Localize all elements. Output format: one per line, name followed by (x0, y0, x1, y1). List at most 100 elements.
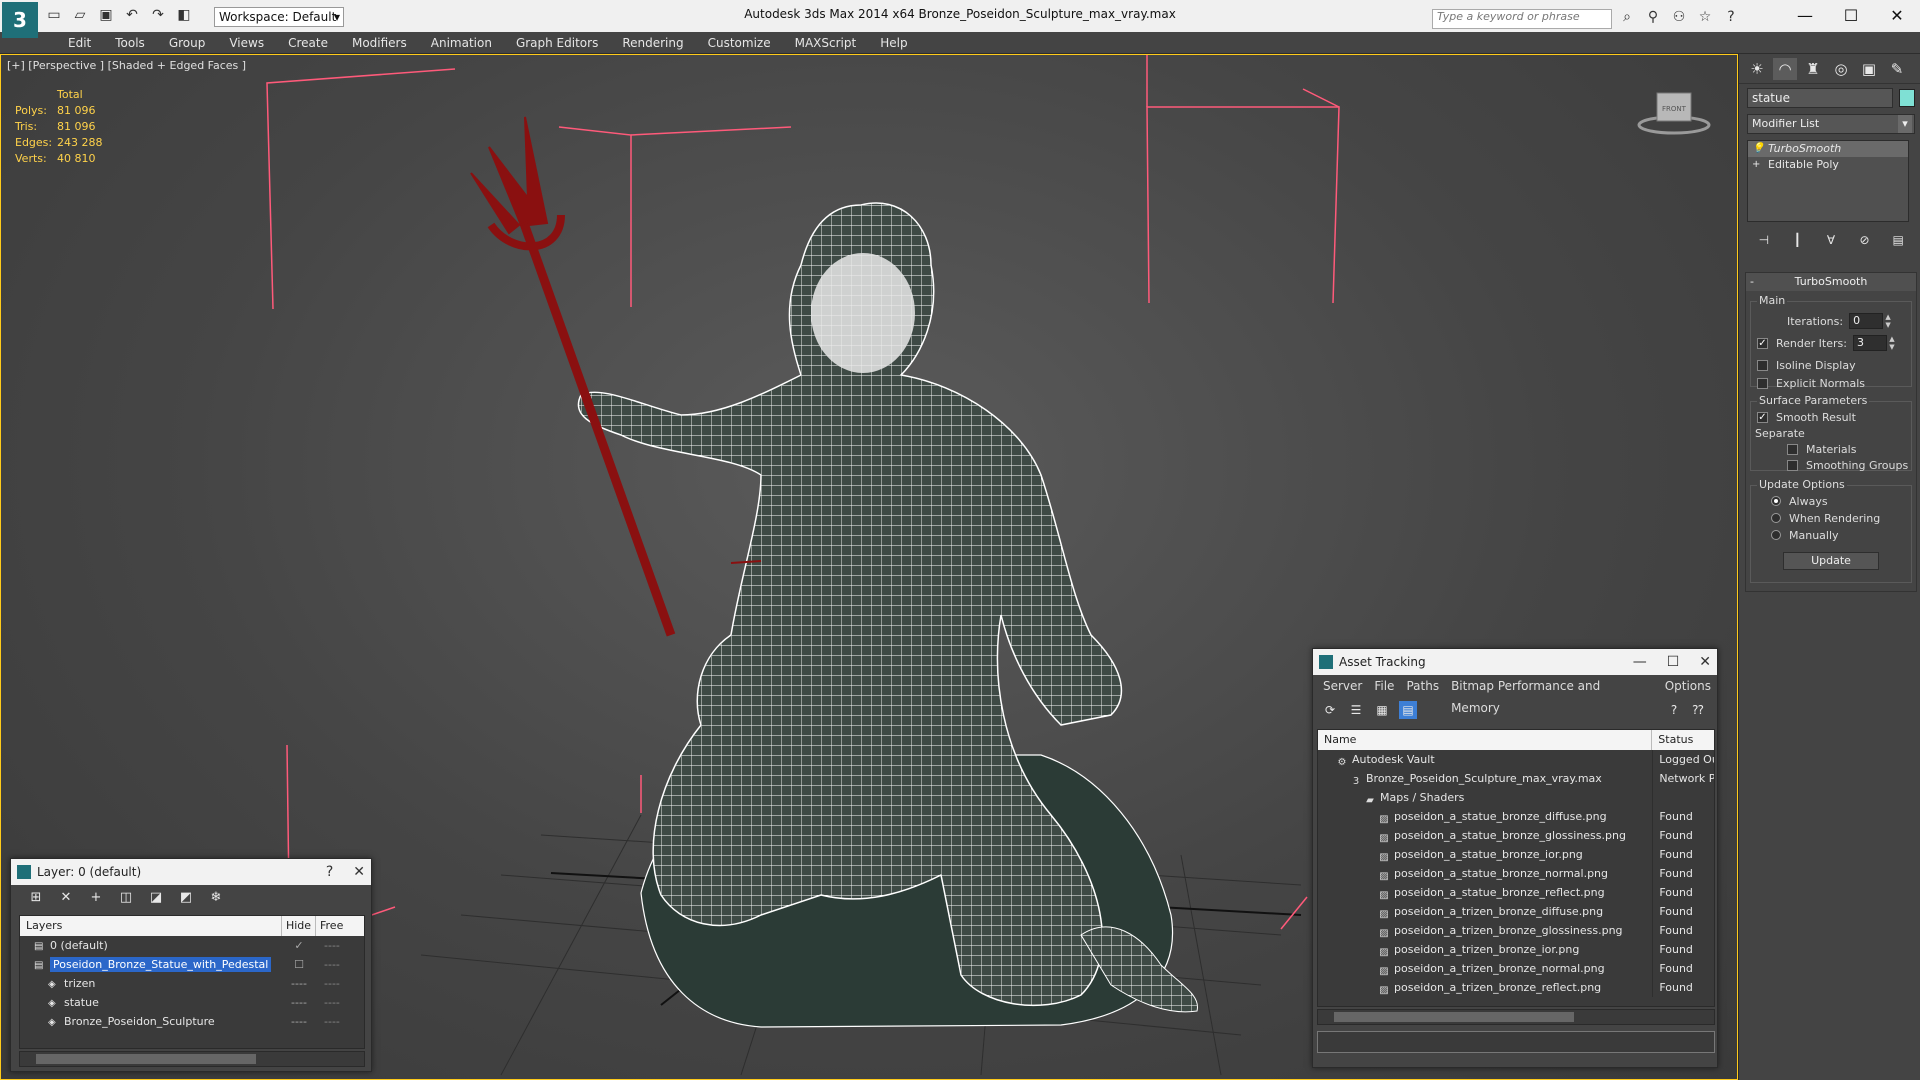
menu-help[interactable]: Help (868, 32, 919, 54)
manually-radio[interactable] (1771, 530, 1781, 540)
menu-views[interactable]: Views (217, 32, 276, 54)
asset-row[interactable]: ▨ poseidon_a_trizen_bronze_normal.png Foun… (1318, 959, 1714, 978)
stack-item-turbosmooth[interactable]: 💡 TurboSmooth (1748, 141, 1908, 157)
help-query-icon[interactable]: ⁇ (1689, 701, 1707, 719)
minimize-button[interactable]: — (1782, 0, 1828, 32)
modify-tab-icon[interactable]: ◠ (1773, 58, 1797, 80)
layer-row[interactable]: ▤ Poseidon_Bronze_Statue_with_Pedestal ☐ --… (20, 955, 364, 974)
hide-all-icon[interactable]: ◩ (177, 889, 195, 907)
menu-create[interactable]: Create (276, 32, 340, 54)
status-column-header[interactable]: Status (1652, 730, 1714, 750)
maximize-button[interactable]: ☐ (1828, 0, 1874, 32)
asset-row[interactable]: ⚙ Autodesk Vault Logged Out (1318, 750, 1714, 769)
hide-column-header[interactable]: Hide (282, 916, 316, 936)
scrollbar-thumb[interactable] (36, 1054, 256, 1064)
layer-row[interactable]: ◈ statue ---- ---- (20, 993, 364, 1012)
select-objects-icon[interactable]: ◫ (117, 889, 135, 907)
layer-hide-toggle[interactable]: ---- (282, 974, 316, 993)
menu-group[interactable]: Group (157, 32, 218, 54)
asset-path-field[interactable] (1317, 1031, 1715, 1053)
asset-row[interactable]: 3 Bronze_Poseidon_Sculpture_max_vray.max N… (1318, 769, 1714, 788)
layer-row[interactable]: ◈ trizen ---- ---- (20, 974, 364, 993)
menu-bitmap-performance[interactable]: Bitmap Performance and Memory (1445, 675, 1659, 715)
asset-row[interactable]: ▰ Maps / Shaders (1318, 788, 1714, 807)
explicit-normals-checkbox[interactable] (1757, 377, 1768, 389)
redo-icon[interactable]: ↷ (148, 5, 168, 25)
layer-freeze-toggle[interactable]: ---- (316, 936, 364, 955)
save-icon[interactable]: ▣ (96, 5, 116, 25)
new-layer-icon[interactable]: ⊞ (27, 889, 45, 907)
layer-hide-toggle[interactable]: ☐ (282, 955, 316, 974)
render-iters-checkbox[interactable]: ✓ (1757, 337, 1768, 349)
app-logo-button[interactable]: 3 (2, 2, 38, 38)
workspace-dropdown[interactable]: Workspace: Default (214, 7, 344, 27)
materials-checkbox[interactable] (1787, 443, 1798, 455)
create-tab-icon[interactable]: ☀ (1745, 58, 1769, 80)
menu-modifiers[interactable]: Modifiers (340, 32, 419, 54)
menu-rendering[interactable]: Rendering (610, 32, 695, 54)
name-column-header[interactable]: Name (1318, 730, 1653, 750)
spinner-arrows-icon[interactable]: ▲ ▼ (1887, 335, 1897, 351)
layer-horizontal-scrollbar[interactable] (19, 1051, 365, 1067)
layer-freeze-toggle[interactable]: ---- (316, 1012, 364, 1031)
close-icon[interactable]: ✕ (353, 859, 365, 885)
stack-item-editable-poly[interactable]: + Editable Poly (1748, 157, 1908, 173)
expand-plus-icon[interactable]: + (1752, 157, 1760, 173)
layer-hide-toggle[interactable]: ---- (282, 993, 316, 1012)
layer-freeze-toggle[interactable]: ---- (316, 955, 364, 974)
asset-row[interactable]: ▨ poseidon_a_trizen_bronze_diffuse.png Fou… (1318, 902, 1714, 921)
asset-row[interactable]: ▨ poseidon_a_trizen_bronze_ior.png Found (1318, 940, 1714, 959)
minimize-icon[interactable]: — (1633, 649, 1647, 675)
menu-paths[interactable]: Paths (1400, 675, 1445, 697)
lightbulb-icon[interactable]: 💡 (1752, 141, 1764, 157)
layers-column-header[interactable]: Layers (20, 916, 282, 936)
hierarchy-tab-icon[interactable]: ♜ (1801, 58, 1825, 80)
help-icon[interactable]: ? (1665, 701, 1683, 719)
add-to-layer-icon[interactable]: + (87, 889, 105, 907)
object-name-field[interactable]: statue (1747, 88, 1893, 108)
scrollbar-thumb[interactable] (1334, 1012, 1574, 1022)
viewcube-icon[interactable]: FRONT (1637, 89, 1711, 135)
refresh-icon[interactable]: ⟳ (1321, 701, 1339, 719)
menu-edit[interactable]: Edit (56, 32, 103, 54)
menu-tools[interactable]: Tools (103, 32, 157, 54)
always-radio[interactable] (1771, 496, 1781, 506)
signin-icon[interactable]: ⚇ (1670, 8, 1688, 26)
asset-row[interactable]: ▨ poseidon_a_statue_bronze_reflect.png Fou… (1318, 883, 1714, 902)
project-icon[interactable]: ◧ (174, 5, 194, 25)
maximize-icon[interactable]: ☐ (1667, 649, 1680, 675)
open-icon[interactable]: ▱ (70, 5, 90, 25)
asset-row[interactable]: ▨ poseidon_a_statue_bronze_glossiness.png… (1318, 826, 1714, 845)
table-view-icon[interactable]: ▦ (1373, 701, 1391, 719)
layer-row[interactable]: ▤ 0 (default) ✓ ---- (20, 936, 364, 955)
render-iters-spinner[interactable]: 3 (1852, 335, 1887, 351)
isoline-checkbox[interactable] (1757, 359, 1768, 371)
utilities-tab-icon[interactable]: ✎ (1885, 58, 1909, 80)
undo-icon[interactable]: ↶ (122, 5, 142, 25)
spinner-arrows-icon[interactable]: ▲ ▼ (1883, 313, 1893, 329)
asset-row[interactable]: ▨ poseidon_a_trizen_bronze_reflect.png Fou… (1318, 978, 1714, 997)
asset-horizontal-scrollbar[interactable] (1317, 1009, 1715, 1025)
layer-freeze-toggle[interactable]: ---- (316, 993, 364, 1012)
freeze-all-icon[interactable]: ❄ (207, 889, 225, 907)
remove-modifier-icon[interactable]: ⊘ (1855, 230, 1875, 250)
asset-row[interactable]: ▨ poseidon_a_statue_bronze_normal.png Foun… (1318, 864, 1714, 883)
binoculars-icon[interactable]: ⌕ (1618, 8, 1636, 26)
star-icon[interactable]: ☆ (1696, 8, 1714, 26)
asset-row[interactable]: ▨ poseidon_a_statue_bronze_diffuse.png Fou… (1318, 807, 1714, 826)
pin-stack-icon[interactable]: ⊣ (1754, 230, 1774, 250)
motion-tab-icon[interactable]: ◎ (1829, 58, 1853, 80)
close-button[interactable]: ✕ (1874, 0, 1920, 32)
delete-layer-icon[interactable]: ✕ (57, 889, 75, 907)
grid-view-icon[interactable]: ▤ (1399, 701, 1417, 719)
search-icon[interactable]: ⚲ (1644, 8, 1662, 26)
highlight-layer-icon[interactable]: ◪ (147, 889, 165, 907)
layer-freeze-toggle[interactable]: ---- (316, 974, 364, 993)
object-color-swatch[interactable] (1899, 89, 1915, 107)
configure-sets-icon[interactable]: ▤ (1888, 230, 1908, 250)
show-end-result-icon[interactable]: ┃ (1787, 230, 1807, 250)
menu-graph-editors[interactable]: Graph Editors (504, 32, 610, 54)
smooth-result-checkbox[interactable]: ✓ (1757, 411, 1768, 423)
layer-row[interactable]: ◈ Bronze_Poseidon_Sculpture ---- ---- (20, 1012, 364, 1031)
when-rendering-radio[interactable] (1771, 513, 1781, 523)
